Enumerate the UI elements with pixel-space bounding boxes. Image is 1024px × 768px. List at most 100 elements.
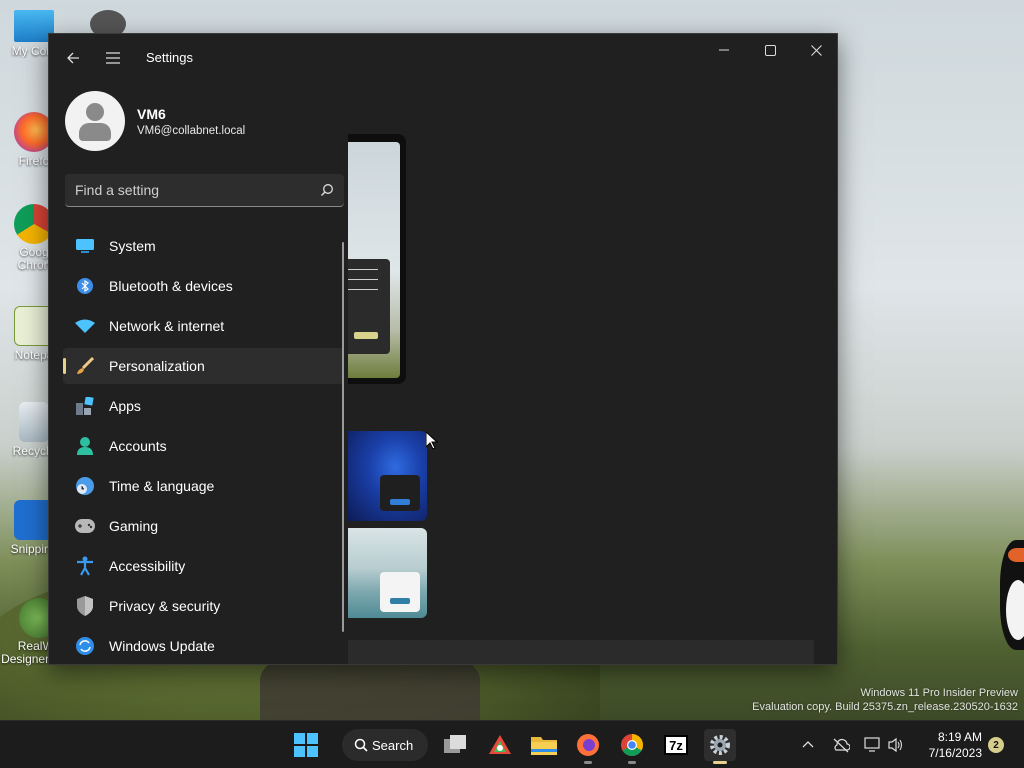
file-explorer-icon [531, 737, 557, 755]
volume-icon[interactable] [888, 737, 904, 753]
avatar[interactable] [65, 91, 125, 151]
mouse-cursor-icon [426, 432, 438, 450]
nav-item-bluetooth-devices[interactable]: Bluetooth & devices [63, 268, 343, 304]
nav-item-accessibility[interactable]: Accessibility [63, 548, 343, 584]
system-monitor-icon [75, 236, 95, 256]
settings-gear-icon [710, 735, 730, 755]
maximize-icon [764, 44, 776, 56]
watermark-line-2: Evaluation copy. Build 25375.zn_release.… [752, 701, 1018, 713]
nav-item-personalization[interactable]: Personalization [63, 348, 343, 384]
window-title: Settings [146, 50, 193, 65]
nav-item-accounts[interactable]: Accounts [63, 428, 343, 464]
notification-badge[interactable]: 2 [988, 737, 1004, 753]
nav-item-label: Time & language [109, 478, 215, 494]
desktop-wallpaper-puffin [1000, 540, 1024, 650]
os-watermark: Windows 11 Pro Insider Preview Evaluatio… [752, 686, 1018, 714]
running-indicator [713, 761, 727, 764]
accessibility-icon [75, 556, 95, 576]
settings-window: Settings VM6 VM6@collabnet.local System … [48, 33, 838, 665]
taskbar-app-button[interactable] [484, 729, 516, 761]
running-indicator [628, 761, 636, 764]
close-icon [810, 44, 822, 56]
globe-clock-icon [75, 476, 95, 496]
file-explorer-button[interactable] [528, 729, 560, 761]
clock-date: 7/16/2023 [928, 746, 982, 760]
task-view-icon [444, 735, 466, 753]
search-icon [354, 738, 368, 752]
apps-grid-icon [75, 396, 95, 416]
gamepad-icon [75, 516, 95, 536]
search-icon[interactable] [320, 183, 334, 197]
profile-email: VM6@collabnet.local [137, 125, 246, 137]
nav-scrollbar[interactable] [342, 242, 344, 632]
recycle-bin-icon [19, 402, 49, 442]
onedrive-cloud-icon[interactable] [832, 737, 850, 753]
minimize-icon [719, 49, 729, 51]
nav-item-system[interactable]: System [63, 228, 343, 264]
chrome-button[interactable] [616, 729, 648, 764]
preview-line [348, 289, 378, 290]
theme-thumbnail-glow-light[interactable] [348, 528, 427, 618]
start-button-icon [294, 733, 318, 757]
nav-item-label: Windows Update [109, 638, 215, 654]
search-box[interactable] [65, 174, 344, 207]
theme-accent-pill [390, 499, 410, 505]
bluetooth-icon [75, 276, 95, 296]
minimize-button[interactable] [701, 34, 747, 66]
paintbrush-icon [75, 356, 95, 376]
watermark-line-1: Windows 11 Pro Insider Preview [860, 687, 1018, 699]
firefox-icon [577, 734, 599, 756]
7zip-icon-label: 7z [669, 737, 683, 753]
taskbar-search-label: Search [372, 737, 414, 753]
taskbar-search-button[interactable]: Search [342, 729, 428, 761]
back-arrow-icon[interactable] [59, 44, 87, 72]
nav-item-windows-update[interactable]: Windows Update [63, 628, 343, 664]
theme-sample-window [380, 572, 420, 612]
preview-line [348, 269, 378, 270]
settings-taskbar-button[interactable] [704, 729, 736, 764]
chevron-up-icon[interactable] [802, 739, 814, 749]
nav-item-label: Apps [109, 398, 141, 414]
shield-icon [75, 596, 95, 616]
clock-time: 8:19 AM [937, 730, 982, 744]
firefox-button[interactable] [572, 729, 604, 764]
task-view-button[interactable] [440, 729, 472, 761]
theme-sample-window [380, 475, 420, 511]
profile-name: VM6 [137, 106, 166, 122]
maximize-button[interactable] [747, 34, 793, 66]
search-input[interactable] [75, 180, 305, 200]
7zip-button[interactable]: 7z [660, 729, 692, 761]
chrome-icon [621, 734, 643, 756]
nav-item-privacy-security[interactable]: Privacy & security [63, 588, 343, 624]
puffin-belly [1006, 580, 1024, 640]
nav-item-label: System [109, 238, 156, 254]
settings-nav: System Bluetooth & devices Network & int… [63, 228, 343, 664]
nav-item-label: Network & internet [109, 318, 225, 334]
update-sync-icon [75, 636, 95, 656]
taskbar-clock[interactable]: 8:19 AM 7/16/2023 [918, 729, 982, 761]
hamburger-menu-icon[interactable] [99, 44, 127, 72]
title-bar: Settings [49, 34, 837, 82]
app-icon [489, 735, 511, 754]
theme-accent-pill [390, 598, 410, 604]
nav-item-label: Privacy & security [109, 598, 221, 614]
running-indicator [584, 761, 592, 764]
theme-thumbnail-bloom-dark[interactable] [348, 431, 427, 521]
puffin-beak [1008, 548, 1024, 562]
nav-item-apps[interactable]: Apps [63, 388, 343, 424]
close-button[interactable] [793, 34, 837, 66]
wifi-icon [75, 316, 95, 336]
start-button[interactable] [290, 729, 322, 761]
content-bottom-card [348, 640, 814, 664]
nav-item-time-language[interactable]: Time & language [63, 468, 343, 504]
network-icon[interactable] [864, 736, 882, 754]
avatar-body-shape [79, 123, 111, 141]
nav-item-label: Accounts [109, 438, 167, 454]
preview-sample-window [348, 259, 390, 354]
nav-item-label: Bluetooth & devices [109, 278, 233, 294]
avatar-head-shape [86, 103, 104, 121]
nav-item-label: Gaming [109, 518, 159, 534]
preview-accent-pill [354, 332, 378, 339]
nav-item-network-internet[interactable]: Network & internet [63, 308, 343, 344]
nav-item-gaming[interactable]: Gaming [63, 508, 343, 544]
